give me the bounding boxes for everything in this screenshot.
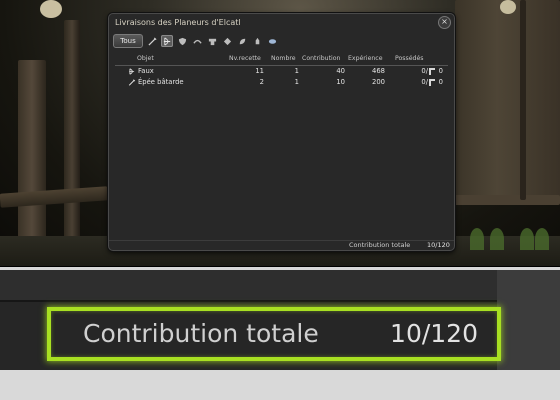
hammer-icon[interactable] (191, 35, 203, 47)
anvil-icon[interactable] (206, 35, 218, 47)
column-owned[interactable]: Possédés (395, 55, 424, 62)
scene-post (0, 186, 109, 208)
contribution: 10 (336, 78, 345, 86)
window-title: Livraisons des Planeurs d'Elcatl (115, 18, 241, 27)
column-header: Objet Nv.recette Nombre Contribution Exp… (109, 53, 454, 64)
column-recipe-level[interactable]: Nv.recette (229, 55, 261, 62)
column-item[interactable]: Objet (137, 55, 154, 62)
sword-icon[interactable] (146, 35, 158, 47)
item-name: Faux (138, 67, 154, 75)
scene-post (455, 0, 560, 200)
experience: 200 (372, 78, 385, 86)
owned-hq: 0 (438, 78, 443, 86)
gem-icon[interactable] (221, 35, 233, 47)
total-contribution-label: Contribution totale (349, 241, 411, 249)
zoom-callout: Contribution totale 10/120 (0, 267, 560, 400)
zoom-bottom-band (0, 370, 560, 400)
recipe-level: 11 (255, 67, 264, 75)
highlight-box (47, 307, 501, 361)
scene-post (64, 20, 80, 250)
pot-icon[interactable] (251, 35, 263, 47)
bow-icon (129, 68, 135, 75)
sword-icon (128, 79, 136, 86)
scene-post (520, 0, 526, 200)
table-row[interactable]: Épée bâtarde 2 1 10 200 0/ 0 (109, 77, 454, 88)
scene-grass (470, 228, 484, 250)
scene-grass (490, 228, 504, 250)
owned: 0/ (421, 67, 428, 75)
owned-hq: 0 (438, 67, 443, 75)
column-experience[interactable]: Expérience (348, 55, 383, 62)
zoom-panel-edge (497, 270, 560, 370)
close-button[interactable]: × (438, 16, 451, 29)
shield-icon[interactable] (176, 35, 188, 47)
screenshot-frame: Livraisons des Planeurs d'Elcatl × Tous (0, 0, 560, 400)
bow-icon[interactable] (161, 35, 173, 47)
scene-post (18, 60, 46, 250)
scene-grass (520, 228, 534, 250)
experience: 468 (372, 67, 385, 75)
owned: 0/ (421, 78, 428, 86)
column-count[interactable]: Nombre (271, 55, 296, 62)
scene-grass (535, 228, 549, 250)
leaf-icon[interactable] (236, 35, 248, 47)
table-row[interactable]: Faux 11 1 40 468 0/ 0 (109, 66, 454, 77)
filter-all-button[interactable]: Tous (113, 34, 143, 48)
recipe-level: 2 (259, 78, 264, 86)
fish-icon[interactable] (266, 35, 278, 47)
deliveries-window: Livraisons des Planeurs d'Elcatl × Tous (108, 13, 455, 251)
scene-post (452, 195, 560, 205)
item-name: Épée bâtarde (138, 78, 184, 86)
column-contribution[interactable]: Contribution (302, 55, 340, 62)
scene-post (40, 0, 62, 18)
contribution: 40 (336, 67, 345, 75)
count: 1 (294, 78, 299, 86)
count: 1 (294, 67, 299, 75)
scene-post (500, 0, 516, 14)
total-contribution-value: 10/120 (427, 241, 450, 249)
filter-bar: Tous (113, 34, 278, 48)
